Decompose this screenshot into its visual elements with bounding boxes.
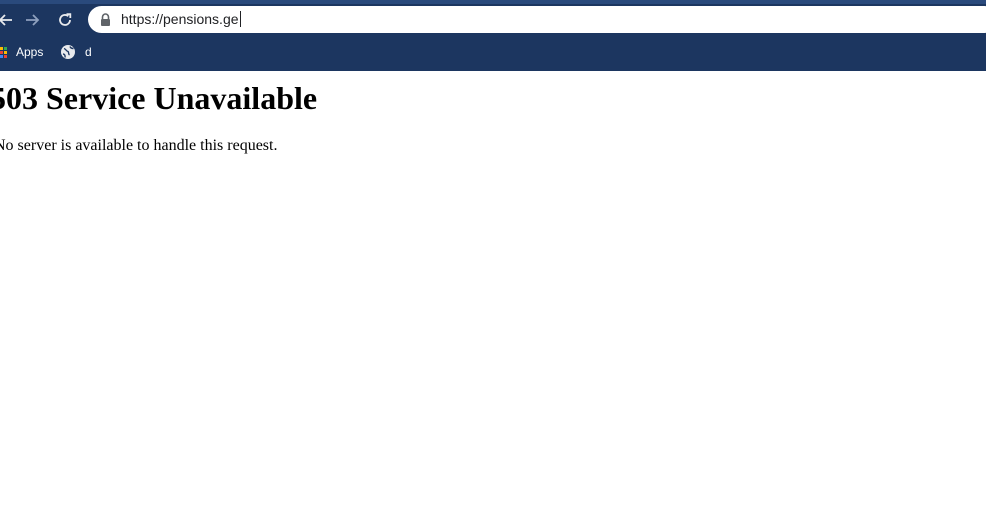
bookmark-d-label: d — [85, 45, 92, 59]
arrow-left-icon — [0, 14, 12, 26]
globe-icon — [61, 45, 75, 59]
bookmark-d[interactable]: d — [60, 42, 92, 62]
page-title: 503 Service Unavailable — [0, 80, 318, 116]
browser-toolbar: https://pensions.ge Apps d — [0, 0, 986, 71]
reload-icon — [59, 13, 72, 26]
arrow-right-icon — [26, 14, 40, 26]
lock-icon — [101, 13, 110, 26]
forward-button[interactable] — [21, 8, 45, 32]
apps-grid-icon — [0, 46, 7, 58]
address-bar[interactable]: https://pensions.ge — [88, 6, 986, 33]
back-button[interactable] — [0, 8, 17, 32]
tab-strip-edge — [0, 0, 986, 4]
text-caret — [239, 11, 241, 27]
reload-button[interactable] — [53, 8, 77, 32]
error-message: No server is available to handle this re… — [0, 137, 278, 154]
page-content: 503 Service Unavailable No server is ava… — [0, 71, 986, 516]
url-input-area[interactable]: https://pensions.ge — [121, 10, 241, 29]
bookmark-apps[interactable]: Apps — [0, 42, 43, 62]
bookmark-apps-label: Apps — [16, 45, 44, 59]
url-text: https://pensions.ge — [121, 11, 239, 27]
